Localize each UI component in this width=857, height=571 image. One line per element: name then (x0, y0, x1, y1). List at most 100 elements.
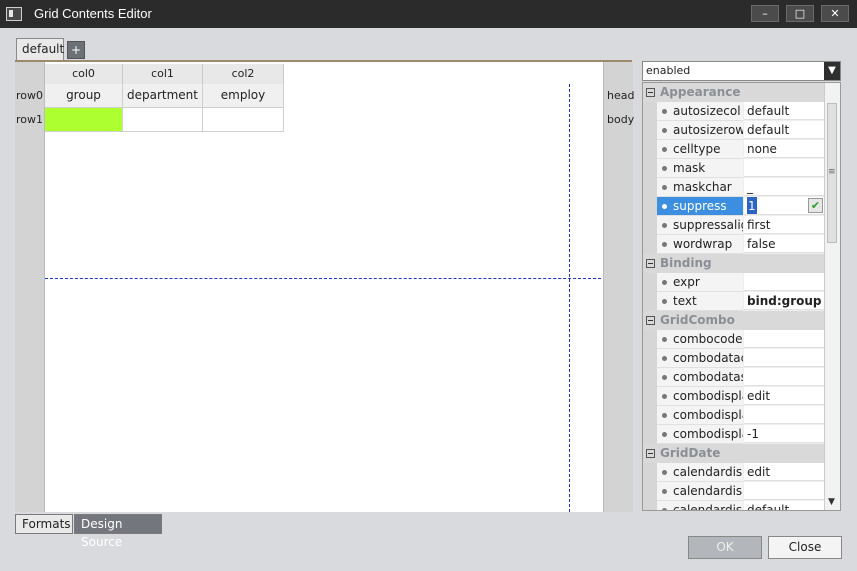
property-value[interactable] (744, 330, 825, 348)
property-value-text: edit (747, 389, 771, 403)
property-grid-scrollbar[interactable]: ≡ ▼ (824, 83, 840, 510)
category-label: GridCombo (660, 313, 735, 327)
tab-default-format[interactable]: default (16, 38, 64, 60)
head-cell-group[interactable]: group (45, 84, 123, 108)
property-value[interactable]: default (744, 121, 825, 139)
property-value[interactable] (744, 368, 825, 386)
property-value-text: default (747, 104, 790, 118)
property-row-suppressalign[interactable]: suppressalign first (643, 216, 825, 235)
property-row-combodatacol[interactable]: combodatacol (643, 349, 825, 368)
property-value[interactable] (744, 482, 825, 500)
close-button[interactable]: Close (768, 536, 842, 559)
property-name-text: combocodecol (673, 332, 743, 346)
property-row-autosizerow[interactable]: autosizerow default (643, 121, 825, 140)
body-cell[interactable] (203, 108, 284, 132)
property-row-calendardisplaytype[interactable]: calendardisplaytype default (643, 501, 825, 510)
ok-button[interactable]: OK (688, 536, 762, 559)
category-appearance[interactable]: Appearance (643, 83, 825, 102)
add-format-tab-button[interactable]: + (67, 41, 85, 59)
property-row-mask[interactable]: mask (643, 159, 825, 178)
category-gridcombo[interactable]: GridCombo (643, 311, 825, 330)
row-indent (643, 349, 657, 368)
property-value-text: edit (747, 465, 771, 479)
property-value[interactable]: default (744, 501, 825, 510)
body-cell-selected[interactable] (45, 108, 123, 132)
property-name: combodisplayrowcount (657, 425, 743, 444)
collapse-icon[interactable] (646, 449, 655, 458)
property-value[interactable] (744, 273, 825, 291)
property-value-editor[interactable]: 1 (747, 197, 757, 214)
column-header-col1[interactable]: col1 (123, 64, 203, 84)
collapse-icon[interactable] (646, 88, 655, 97)
row-indent (643, 216, 657, 235)
row-header-gutter (15, 62, 45, 512)
property-row-combodisplayrowcount[interactable]: combodisplayrowcount -1 (643, 425, 825, 444)
property-name: combodataset (657, 368, 743, 387)
property-value[interactable] (744, 406, 825, 424)
property-value[interactable]: none (744, 140, 825, 158)
property-value[interactable]: false (744, 235, 825, 253)
close-window-button[interactable]: ✕ (821, 5, 849, 22)
property-value[interactable] (744, 159, 825, 177)
head-cell-employ[interactable]: employ (203, 84, 284, 108)
property-value[interactable]: default (744, 102, 825, 120)
row-header-row0[interactable]: row0 (15, 89, 44, 102)
property-value[interactable]: _ (744, 178, 825, 196)
property-selector[interactable]: enabled ▼ (642, 61, 841, 81)
column-header-col2[interactable]: col2 (203, 64, 284, 84)
category-label: Appearance (660, 85, 741, 99)
property-name: calendardisplay (657, 463, 743, 482)
property-name-text: autosizerow (673, 123, 743, 137)
property-row-autosizecol[interactable]: autosizecol default (643, 102, 825, 121)
property-value[interactable]: -1 (744, 425, 825, 443)
property-value[interactable]: edit (744, 463, 825, 481)
property-row-celltype[interactable]: celltype none (643, 140, 825, 159)
scroll-down-icon[interactable]: ▼ (828, 497, 835, 507)
category-griddate[interactable]: GridDate (643, 444, 825, 463)
property-row-calendardisplay[interactable]: calendardisplay edit (643, 463, 825, 482)
collapse-icon[interactable] (646, 259, 655, 268)
head-cell-department[interactable]: department (123, 84, 203, 108)
apply-check-icon[interactable]: ✔ (808, 198, 823, 213)
property-name-text: combodisplayrowcount (673, 427, 743, 441)
property-value[interactable] (744, 349, 825, 367)
property-name-text: expr (673, 275, 700, 289)
property-name: combodisplay (657, 387, 743, 406)
bullet-icon (662, 337, 667, 342)
property-row-text[interactable]: text bind:group (643, 292, 825, 311)
property-row-combodisplaynulltext[interactable]: combodisplaynulltext (643, 406, 825, 425)
property-value[interactable]: 1 ✔ (744, 197, 825, 215)
property-row-expr[interactable]: expr (643, 273, 825, 292)
collapse-icon[interactable] (646, 316, 655, 325)
body-cell[interactable] (123, 108, 203, 132)
property-name-text: combodisplay (673, 389, 743, 403)
tab-design-source[interactable]: Design Source (74, 514, 162, 549)
row-header-row1[interactable]: row1 (15, 113, 44, 126)
property-row-calendardisplaynulltext[interactable]: calendardisplaynulltext (643, 482, 825, 501)
property-row-combodisplay[interactable]: combodisplay edit (643, 387, 825, 406)
property-row-maskchar[interactable]: maskchar _ (643, 178, 825, 197)
tab-formats[interactable]: Formats (15, 514, 73, 534)
bullet-icon (662, 204, 667, 209)
chevron-down-icon[interactable]: ▼ (824, 62, 840, 80)
restore-button[interactable]: □ (786, 5, 814, 22)
category-binding[interactable]: Binding (643, 254, 825, 273)
property-row-combodataset[interactable]: combodataset (643, 368, 825, 387)
property-name-text: mask (673, 161, 706, 175)
property-value[interactable]: bind:group (744, 292, 825, 310)
row-indent (643, 273, 657, 292)
bullet-icon (662, 489, 667, 494)
property-row-wordwrap[interactable]: wordwrap false (643, 235, 825, 254)
row-indent (643, 482, 657, 501)
property-name: expr (657, 273, 743, 292)
column-header-col0[interactable]: col0 (45, 64, 123, 84)
property-value[interactable]: first (744, 216, 825, 234)
grid-designer[interactable]: col0 col1 col2 row0 row1 group departmen… (15, 60, 634, 512)
property-row-suppress[interactable]: suppress 1 ✔ (643, 197, 825, 216)
property-name: wordwrap (657, 235, 743, 254)
property-row-combocodecol[interactable]: combocodecol (643, 330, 825, 349)
property-name-text: suppress (673, 199, 727, 213)
property-grid[interactable]: Appearance autosizecol default autosizerow d… (642, 82, 841, 511)
minimize-button[interactable]: – (751, 5, 779, 22)
property-value[interactable]: edit (744, 387, 825, 405)
